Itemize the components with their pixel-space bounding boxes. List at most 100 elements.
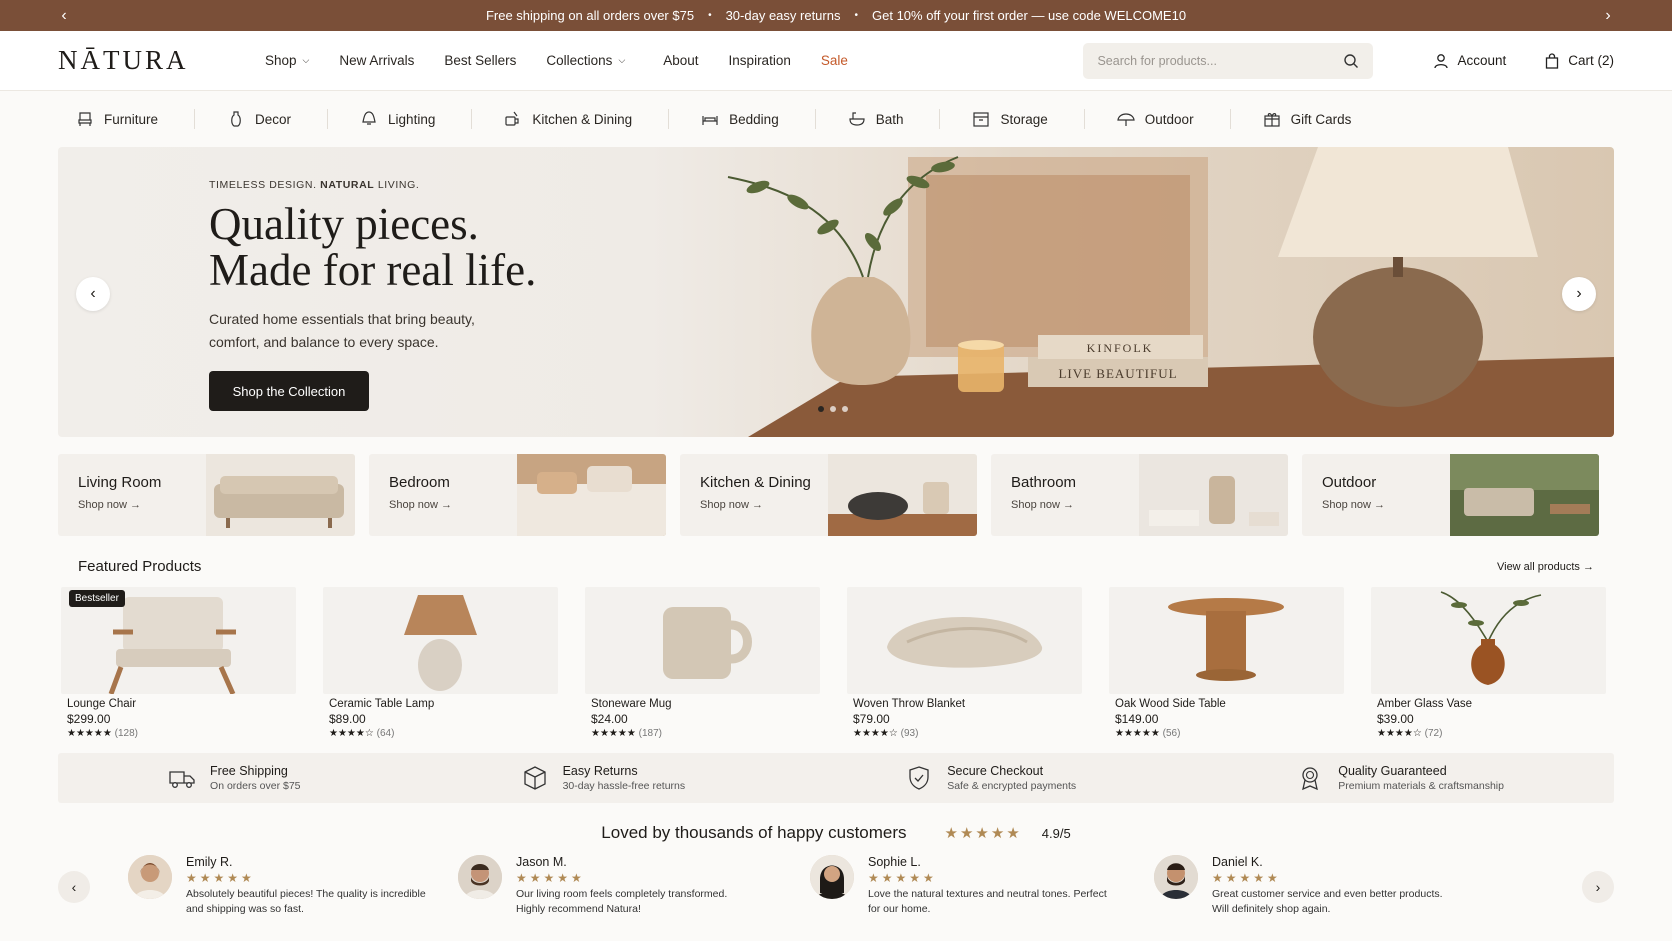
room-name: Bedroom: [389, 474, 450, 491]
review-count: (187): [638, 728, 662, 739]
nav-inspiration[interactable]: Inspiration: [729, 53, 791, 68]
nav-shop[interactable]: Shop ⌵: [265, 53, 309, 68]
avatar: [458, 855, 502, 899]
review-stars: ★★★★★: [1212, 871, 1281, 885]
account-label: Account: [1457, 53, 1507, 68]
room-card-kitchen-dining[interactable]: Kitchen & Dining Shop now →: [680, 454, 977, 536]
slide-dot[interactable]: [842, 406, 848, 412]
category-gift-cards[interactable]: Gift Cards: [1263, 109, 1388, 129]
hero-prev-button[interactable]: ‹: [76, 277, 110, 311]
category-bedding[interactable]: Bedding: [701, 109, 816, 129]
room-card-bathroom[interactable]: Bathroom Shop now →: [991, 454, 1288, 536]
product-card[interactable]: Oak Wood Side Table $149.00 ★★★★★ (56): [1109, 587, 1344, 739]
announcement-next-arrow[interactable]: ›: [1600, 7, 1616, 25]
feature-quality-guaranteed: Quality Guaranteed Premium materials & cr…: [1296, 764, 1504, 792]
chevron-right-icon: ›: [1576, 285, 1582, 302]
room-name: Outdoor: [1322, 474, 1377, 491]
category-storage[interactable]: Storage: [972, 109, 1085, 129]
product-price: $149.00: [1115, 712, 1159, 726]
nav-collections[interactable]: Collections ⌵: [546, 53, 625, 68]
reviewer-name: Jason M.: [516, 855, 567, 869]
room-cards: Living Room Shop now → Bedroom Shop now → …: [58, 454, 1614, 536]
room-name: Living Room: [78, 474, 162, 491]
product-rating: ★★★★★ (187): [585, 728, 820, 739]
room-image: [206, 454, 355, 536]
nav-label: Shop: [265, 53, 297, 68]
nav-sale[interactable]: Sale: [821, 53, 848, 68]
shop-collection-button[interactable]: Shop the Collection: [209, 371, 369, 411]
product-card[interactable]: Ceramic Table Lamp $89.00 ★★★★☆ (64): [323, 587, 558, 739]
nav-label: About: [663, 53, 699, 68]
search-input[interactable]: [1097, 53, 1344, 68]
category-outdoor[interactable]: Outdoor: [1117, 109, 1231, 129]
product-card[interactable]: Bestseller Lounge Chair $299.00 ★★★★★ (1…: [61, 587, 296, 739]
account-link[interactable]: Account: [1433, 53, 1506, 69]
category-label: Storage: [1000, 111, 1048, 127]
category-label: Outdoor: [1144, 111, 1194, 127]
reviews-prev-button[interactable]: ‹: [58, 871, 90, 903]
room-card-bedroom[interactable]: Bedroom Shop now →: [369, 454, 666, 536]
product-image: [323, 587, 558, 694]
nav-label: Best Sellers: [444, 53, 517, 68]
feature-subtitle: Safe & encrypted payments: [947, 780, 1077, 792]
category-bath[interactable]: Bath: [848, 109, 941, 129]
product-name: Stoneware Mug: [591, 698, 672, 710]
category-label: Decor: [255, 111, 292, 127]
mug-illustration: [663, 607, 752, 679]
feature-easy-returns: Easy Returns 30-day hassle-free returns: [521, 764, 685, 792]
product-rating: ★★★★★ (56): [1109, 728, 1344, 739]
nav-new-arrivals[interactable]: New Arrivals: [339, 53, 414, 68]
avatar: [1154, 855, 1198, 899]
product-rating: ★★★★☆ (72): [1371, 728, 1606, 739]
review-count: (93): [900, 728, 919, 739]
search-icon[interactable]: [1343, 53, 1359, 69]
product-card[interactable]: Amber Glass Vase $39.00 ★★★★☆ (72): [1371, 587, 1606, 739]
slide-dot[interactable]: [818, 406, 824, 412]
shop-now-link[interactable]: Shop now →: [78, 499, 206, 511]
product-card[interactable]: Woven Throw Blanket $79.00 ★★★★☆ (93): [847, 587, 1082, 739]
features-strip: Free Shipping On orders over $75 Easy Ret…: [58, 753, 1614, 803]
announcement-prev-arrow[interactable]: ‹: [56, 7, 72, 25]
view-all-products-link[interactable]: View all products →: [1497, 561, 1594, 573]
kitchen-icon: [505, 111, 519, 126]
category-lighting[interactable]: Lighting: [360, 109, 473, 129]
product-card[interactable]: Stoneware Mug $24.00 ★★★★★ (187): [585, 587, 820, 739]
product-image: [1371, 587, 1606, 694]
site-logo[interactable]: NĀTURA: [58, 45, 265, 76]
avatar: [810, 855, 854, 899]
header-actions: Account Cart (2): [1433, 52, 1614, 69]
featured-header: Featured Products View all products →: [78, 558, 1594, 575]
shop-now-link[interactable]: Shop now →: [389, 499, 517, 511]
slide-dot[interactable]: [830, 406, 836, 412]
review-text: Great customer service and even better p…: [1212, 888, 1443, 915]
reviews-next-button[interactable]: ›: [1582, 871, 1614, 903]
chair-icon: [78, 112, 92, 126]
rating-stars: ★★★★☆: [329, 728, 374, 739]
category-kitchen-dining[interactable]: Kitchen & Dining: [504, 109, 670, 129]
shop-now-link[interactable]: Shop now →: [1322, 499, 1450, 511]
product-name: Amber Glass Vase: [1377, 698, 1473, 710]
site-header: NĀTURA Shop ⌵ New Arrivals Best Sellers C…: [0, 31, 1672, 91]
cart-link[interactable]: Cart (2): [1544, 52, 1614, 69]
announcement-separator: •: [854, 10, 858, 21]
product-name: Woven Throw Blanket: [853, 698, 966, 710]
reviewer-name: Daniel K.: [1212, 855, 1263, 869]
announcement-bar: ‹ Free shipping on all orders over $75 •…: [0, 0, 1672, 31]
category-decor[interactable]: Decor: [227, 109, 329, 129]
feature-secure-checkout: Secure Checkout Safe & encrypted payments: [905, 764, 1076, 792]
nav-best-sellers[interactable]: Best Sellers: [444, 53, 516, 68]
product-name: Lounge Chair: [67, 698, 137, 710]
vase-icon: [231, 111, 241, 127]
hero-image: KINFOLK LIVE BEAUTIFUL: [727, 147, 1614, 437]
category-furniture[interactable]: Furniture: [76, 109, 196, 129]
room-card-outdoor[interactable]: Outdoor Shop now →: [1302, 454, 1599, 536]
room-card-living-room[interactable]: Living Room Shop now →: [58, 454, 355, 536]
hero-next-button[interactable]: ›: [1562, 277, 1596, 311]
nav-about[interactable]: About: [663, 53, 698, 68]
shop-now-link[interactable]: Shop now →: [700, 499, 828, 511]
nav-label: New Arrivals: [339, 53, 415, 68]
main-nav: Shop ⌵ New Arrivals Best Sellers Collecti…: [265, 53, 878, 68]
review-text: Love the natural textures and neutral to…: [868, 888, 1107, 915]
shop-now-link[interactable]: Shop now →: [1011, 499, 1139, 511]
feature-subtitle: On orders over $75: [210, 780, 301, 792]
